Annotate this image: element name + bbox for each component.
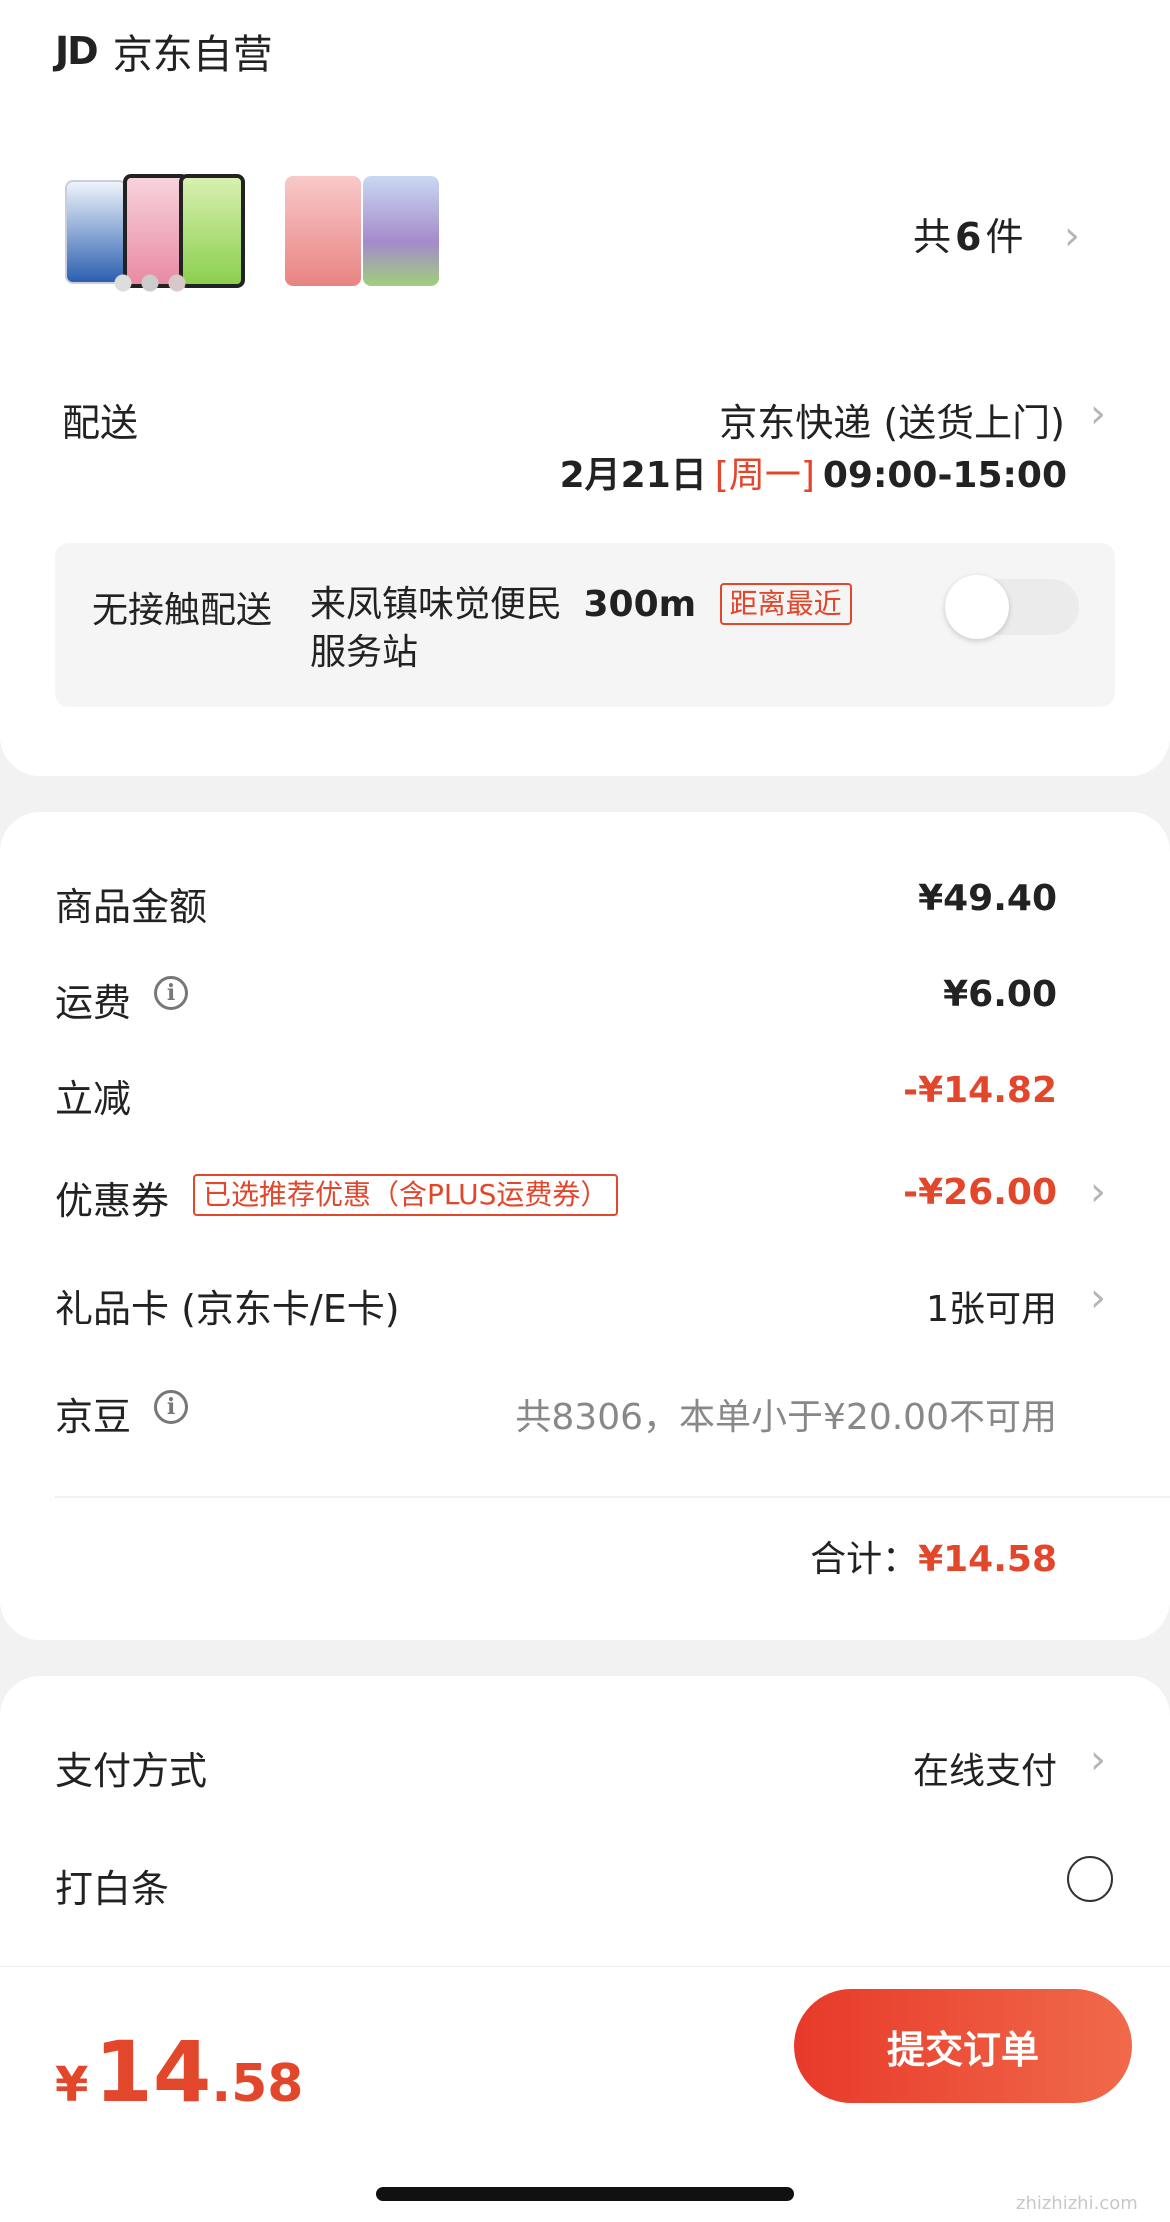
delivery-time-window: 09:00-15:00 [822, 455, 1067, 496]
footer-amount-int: 14 [94, 2023, 212, 2121]
payment-method-value[interactable]: 在线支付 [913, 1742, 1057, 1794]
coupon-value[interactable]: -¥26.00 [903, 1172, 1057, 1213]
giftcard-chevron-right-icon[interactable]: › [1090, 1278, 1106, 1318]
total-value: ¥14.58 [918, 1539, 1057, 1580]
delivery-weekday: [周一] [714, 455, 815, 496]
delivery-method[interactable]: 京东快递 (送货上门) [719, 392, 1065, 447]
payment-card: 支付方式 在线支付 › 打白条 [0, 1676, 1170, 1966]
delivery-time[interactable]: 2月21日 [周一] 09:00-15:00 [560, 446, 1067, 498]
submit-order-label: 提交订单 [886, 2027, 1039, 2072]
discount-value: -¥14.82 [903, 1070, 1057, 1111]
footer-currency: ¥ [55, 2057, 89, 2113]
goods-amount-label: 商品金额 [55, 885, 208, 929]
mentos-pack-green [179, 174, 245, 288]
giftcard-value[interactable]: 1张可用 [926, 1280, 1057, 1332]
mint-candies [105, 272, 195, 294]
station-suffix: 服务站 [310, 632, 419, 673]
station-name: 来凤镇味觉便民 [310, 584, 563, 625]
coupon-tag[interactable]: 已选推荐优惠（含PLUS运费券） [193, 1174, 619, 1216]
station-distance: 300m [583, 584, 697, 625]
item-count-number: 6 [955, 215, 982, 259]
station-info: 来凤镇味觉便民 300m 距离最近 服务站 [310, 581, 852, 677]
checkout-footer: ¥ 14 .58 提交订单 zhizhizhi.com [0, 1966, 1170, 2222]
item-count[interactable]: 共 6 件 [913, 206, 1023, 261]
baitiao-label: 打白条 [55, 1867, 170, 1911]
shop-header: JD 京东自营 [55, 22, 273, 80]
price-summary-card: 商品金额 ¥49.40 运费 i ¥6.00 立减 -¥14.82 优惠券 已选… [0, 812, 1170, 1640]
home-indicator [376, 2187, 794, 2201]
jd-logo: JD [55, 29, 99, 73]
coupon-label: 优惠券 [55, 1179, 170, 1223]
summary-divider [55, 1496, 1170, 1498]
watermark-text: zhizhizhi.com [1016, 2193, 1138, 2214]
jingdou-value: 共8306，本单小于¥20.00不可用 [515, 1397, 1057, 1438]
shop-name: 京东自营 [112, 32, 273, 78]
alpenliebe-pack-purple [363, 176, 439, 286]
payment-method-label: 支付方式 [55, 1749, 208, 1793]
contactless-delivery-box: 无接触配送 来凤镇味觉便民 300m 距离最近 服务站 [55, 543, 1115, 707]
toggle-knob [945, 575, 1009, 639]
coupon-chevron-right-icon[interactable]: › [1090, 1172, 1106, 1212]
shipping-label: 运费 [55, 981, 132, 1025]
footer-amount-dec: .58 [211, 2054, 304, 2114]
payment-chevron-right-icon[interactable]: › [1090, 1740, 1106, 1780]
total-label: 合计： [810, 1539, 919, 1580]
delivery-chevron-right-icon[interactable]: › [1090, 394, 1106, 434]
giftcard-label: 礼品卡 (京东卡/E卡) [55, 1287, 400, 1331]
nearest-tag: 距离最近 [719, 583, 852, 625]
discount-label: 立减 [55, 1077, 132, 1121]
contactless-label: 无接触配送 [92, 590, 273, 631]
jingdou-info-icon[interactable]: i [154, 1390, 188, 1424]
submit-order-button[interactable]: 提交订单 [794, 1989, 1132, 2103]
product-thumbnail-alpenliebe[interactable] [285, 176, 440, 288]
delivery-label: 配送 [62, 401, 139, 445]
shipping-info-icon[interactable]: i [154, 976, 188, 1010]
contactless-toggle[interactable] [945, 575, 1079, 639]
item-count-prefix: 共 [913, 215, 952, 259]
alpenliebe-pack-pink [285, 176, 361, 286]
jingdou-label: 京豆 [55, 1395, 132, 1439]
product-thumbnail-mentos[interactable] [65, 170, 245, 300]
delivery-date: 2月21日 [559, 455, 707, 496]
baitiao-radio[interactable] [1067, 1856, 1113, 1902]
footer-total: ¥ 14 .58 [55, 2023, 303, 2121]
items-chevron-right-icon[interactable]: › [1064, 216, 1080, 256]
item-count-suffix: 件 [985, 215, 1024, 259]
goods-amount-value: ¥49.40 [918, 878, 1057, 919]
order-items-card: JD 京东自营 共 6 件 › 配送 京东快递 (送货上门) › 2月21日 [… [0, 0, 1170, 776]
mentos-pack-blue [65, 180, 127, 284]
shipping-value: ¥6.00 [943, 974, 1057, 1015]
total-row: 合计： ¥14.58 [810, 1530, 1057, 1582]
